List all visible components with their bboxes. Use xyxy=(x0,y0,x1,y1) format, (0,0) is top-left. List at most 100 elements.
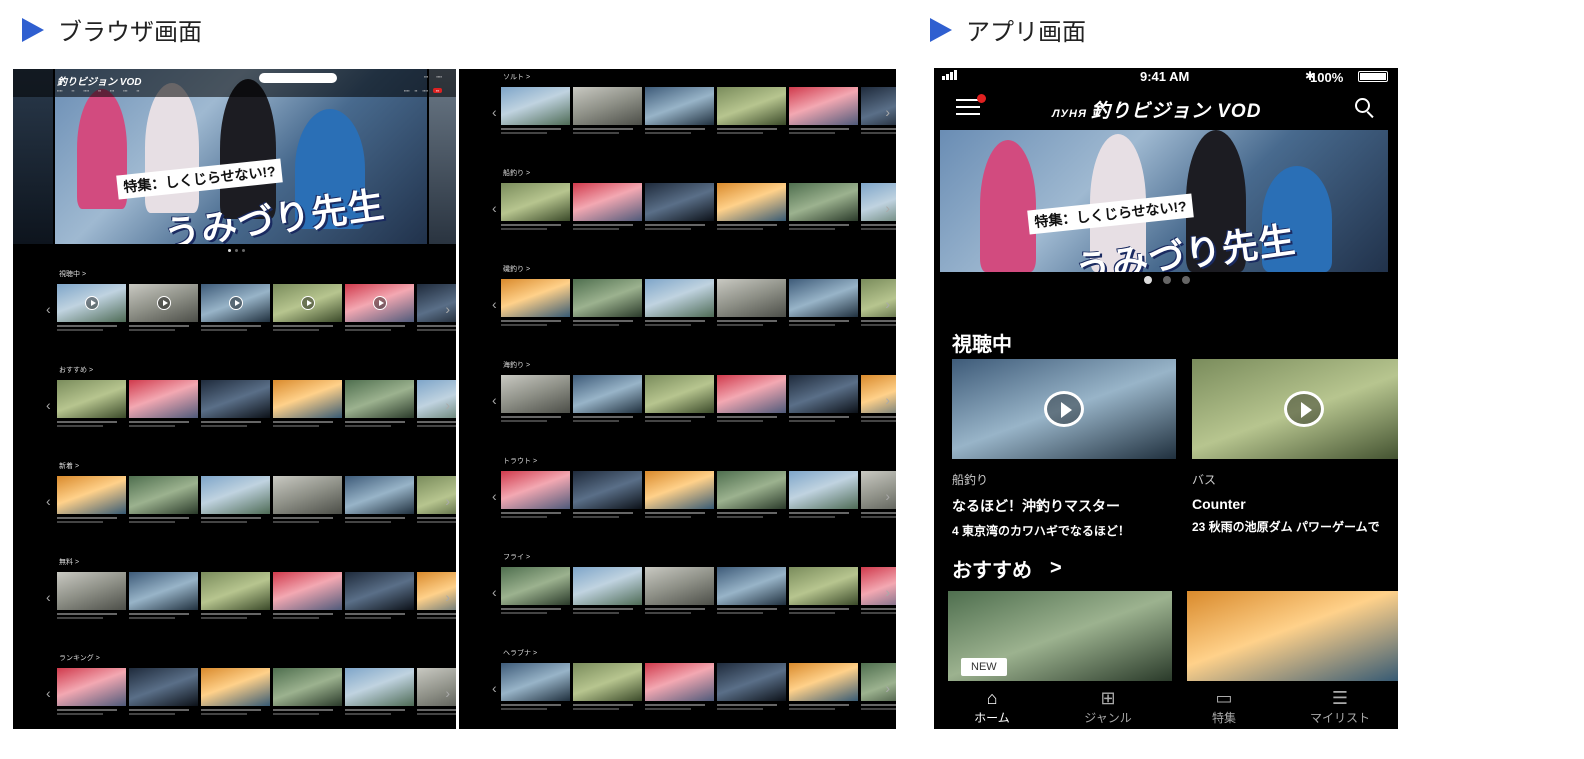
video-card[interactable] xyxy=(129,380,198,427)
video-card[interactable] xyxy=(717,663,786,710)
video-card[interactable] xyxy=(345,572,414,619)
video-card[interactable] xyxy=(573,375,642,422)
video-thumbnail[interactable] xyxy=(789,183,858,221)
play-icon[interactable] xyxy=(1284,391,1324,427)
video-thumbnail[interactable] xyxy=(573,663,642,701)
row-title[interactable]: ランキング > xyxy=(59,653,100,663)
nav-item[interactable]: ▪▪▪▪ xyxy=(422,88,428,93)
pager-dot[interactable] xyxy=(1144,276,1152,284)
video-card[interactable] xyxy=(573,471,642,518)
video-thumbnail[interactable] xyxy=(345,380,414,418)
recommended-card[interactable] xyxy=(1187,591,1398,681)
play-icon[interactable] xyxy=(85,296,99,310)
video-card[interactable] xyxy=(417,572,456,619)
video-card[interactable] xyxy=(789,567,858,614)
row-title[interactable]: 船釣り > xyxy=(503,168,530,178)
video-thumbnail[interactable] xyxy=(417,284,456,322)
video-card[interactable] xyxy=(273,572,342,619)
chevron-right-icon[interactable]: › xyxy=(445,685,450,701)
register-link[interactable]: ▪▪▪▪ xyxy=(436,74,442,79)
chevron-left-icon[interactable]: ‹ xyxy=(46,685,51,701)
video-card[interactable] xyxy=(717,279,786,326)
video-thumbnail[interactable] xyxy=(345,572,414,610)
watching-card[interactable]: バス Counter 23 秋雨の池原ダム パワーゲームで xyxy=(1192,359,1398,535)
recommended-section-title[interactable]: おすすめ > xyxy=(952,554,1062,583)
chevron-right-icon[interactable]: › xyxy=(885,200,890,216)
play-icon[interactable] xyxy=(373,296,387,310)
video-thumbnail[interactable] xyxy=(789,87,858,125)
video-card[interactable] xyxy=(417,476,456,523)
video-thumbnail[interactable] xyxy=(129,380,198,418)
video-card[interactable] xyxy=(861,471,896,518)
video-thumbnail[interactable] xyxy=(789,375,858,413)
video-thumbnail[interactable] xyxy=(273,380,342,418)
video-thumbnail[interactable] xyxy=(201,668,270,706)
video-thumbnail[interactable] xyxy=(273,284,342,322)
video-card[interactable] xyxy=(501,471,570,518)
video-thumbnail[interactable] xyxy=(645,375,714,413)
video-card[interactable] xyxy=(789,87,858,134)
nav-item[interactable]: ▪▪ xyxy=(98,88,101,93)
tab-features[interactable]: ▭ 特集 xyxy=(1166,681,1282,729)
video-card[interactable] xyxy=(717,471,786,518)
video-card[interactable] xyxy=(861,375,896,422)
video-card[interactable] xyxy=(573,663,642,710)
video-thumbnail[interactable] xyxy=(201,572,270,610)
row-title[interactable]: 無料 > xyxy=(59,557,79,567)
video-thumbnail[interactable] xyxy=(57,476,126,514)
chevron-left-icon[interactable]: ‹ xyxy=(492,104,497,120)
play-icon[interactable] xyxy=(229,296,243,310)
video-card[interactable] xyxy=(57,668,126,715)
video-thumbnail[interactable] xyxy=(717,87,786,125)
video-thumbnail[interactable] xyxy=(417,476,456,514)
chevron-right-icon[interactable]: › xyxy=(885,392,890,408)
video-thumbnail[interactable] xyxy=(417,380,456,418)
chevron-left-icon[interactable]: ‹ xyxy=(492,392,497,408)
video-card[interactable] xyxy=(201,476,270,523)
video-thumbnail[interactable] xyxy=(573,279,642,317)
chevron-right-icon[interactable]: › xyxy=(885,296,890,312)
video-thumbnail[interactable] xyxy=(861,567,896,605)
chevron-left-icon[interactable]: ‹ xyxy=(492,488,497,504)
chevron-right-icon[interactable]: › xyxy=(445,493,450,509)
video-card[interactable] xyxy=(645,471,714,518)
video-card[interactable] xyxy=(57,380,126,427)
video-thumbnail[interactable] xyxy=(501,279,570,317)
video-thumbnail[interactable] xyxy=(501,663,570,701)
video-thumbnail[interactable] xyxy=(201,476,270,514)
video-thumbnail[interactable] xyxy=(501,183,570,221)
play-icon[interactable] xyxy=(1044,391,1084,427)
video-card[interactable] xyxy=(345,668,414,715)
nav-item[interactable]: ▪▪▪ xyxy=(123,88,127,93)
tab-mylist[interactable]: ☰ マイリスト xyxy=(1282,681,1398,729)
watching-card[interactable]: 船釣り なるほど！沖釣りマスター 4 東京湾のカワハギでなるほど！ xyxy=(952,359,1176,539)
video-card[interactable] xyxy=(717,183,786,230)
chevron-left-icon[interactable]: ‹ xyxy=(46,589,51,605)
chevron-right-icon[interactable]: › xyxy=(885,584,890,600)
video-thumbnail[interactable] xyxy=(573,375,642,413)
video-thumbnail[interactable] xyxy=(789,471,858,509)
video-card[interactable] xyxy=(129,476,198,523)
video-thumbnail[interactable] xyxy=(501,375,570,413)
chevron-left-icon[interactable]: ‹ xyxy=(46,397,51,413)
video-thumbnail[interactable] xyxy=(1192,359,1398,459)
video-card[interactable] xyxy=(645,279,714,326)
video-thumbnail[interactable] xyxy=(717,663,786,701)
video-card[interactable] xyxy=(717,87,786,134)
video-thumbnail[interactable] xyxy=(789,663,858,701)
video-card[interactable] xyxy=(645,87,714,134)
row-title[interactable]: 視聴中 > xyxy=(59,269,86,279)
video-thumbnail[interactable] xyxy=(201,380,270,418)
video-thumbnail[interactable] xyxy=(57,668,126,706)
pager-dot[interactable] xyxy=(228,249,231,252)
video-thumbnail[interactable] xyxy=(129,284,198,322)
video-card[interactable] xyxy=(501,375,570,422)
video-card[interactable] xyxy=(201,284,270,331)
row-title[interactable]: 新着 > xyxy=(59,461,79,471)
chevron-right-icon[interactable]: › xyxy=(885,680,890,696)
chevron-left-icon[interactable]: ‹ xyxy=(492,680,497,696)
video-thumbnail[interactable] xyxy=(573,183,642,221)
video-card[interactable] xyxy=(201,380,270,427)
video-thumbnail[interactable] xyxy=(57,572,126,610)
hamburger-icon[interactable] xyxy=(956,94,986,117)
